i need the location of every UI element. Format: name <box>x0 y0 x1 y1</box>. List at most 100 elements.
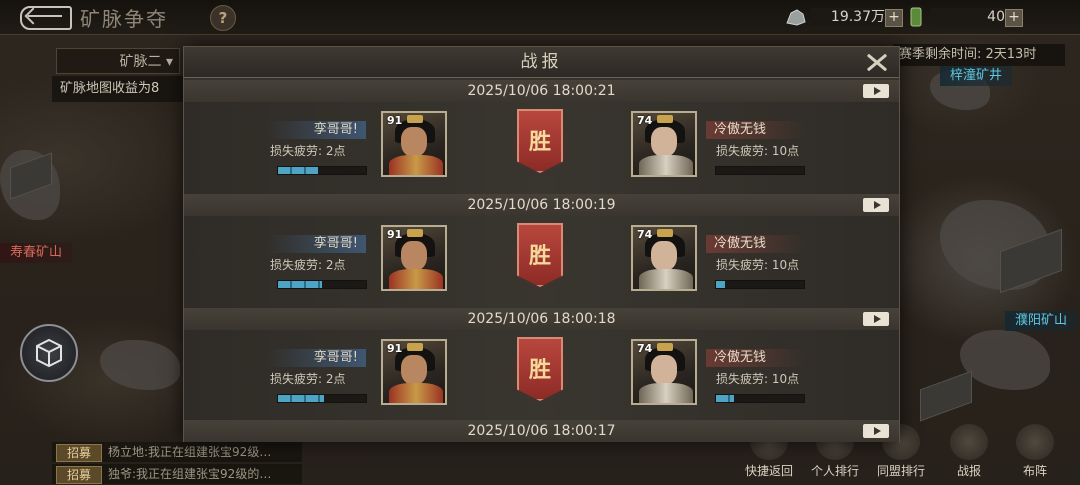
attacker-portrait[interactable]: 91 <box>381 225 447 291</box>
bar-fill <box>278 395 324 402</box>
replay-video-icon[interactable] <box>863 198 889 212</box>
attacker-portrait[interactable]: 91 <box>381 339 447 405</box>
battle-report-entry[interactable]: 2025/10/06 18:00:18 孪哥哥! 损失疲劳: 2点 91 胜 7… <box>184 308 899 423</box>
defender-fatigue-bar <box>715 280 805 289</box>
resource-token-value: 40 <box>931 8 1009 26</box>
report-date: 2025/10/06 18:00:21 <box>184 80 899 102</box>
nav-label: 同盟排行 <box>876 464 925 478</box>
attacker-name: 孪哥哥! <box>266 349 366 367</box>
portrait-armor <box>389 155 443 175</box>
attacker-level: 91 <box>387 114 403 127</box>
resource-silver: 19.37万 + <box>785 7 905 27</box>
portrait-crown <box>657 343 673 351</box>
close-icon[interactable] <box>865 51 889 73</box>
report-body: 孪哥哥! 损失疲劳: 2点 91 胜 74 冷傲无钱 损失疲劳: 10点 <box>184 102 899 195</box>
victory-text: 胜 <box>528 244 551 269</box>
nav-label: 快捷返回 <box>744 464 793 478</box>
map-label-zitong[interactable]: 梓潼矿井 <box>940 66 1013 86</box>
chat-line[interactable]: 招募 独爷:我正在组建张宝92级的… <box>52 464 302 484</box>
portrait-crown <box>657 115 673 123</box>
map-building <box>920 370 972 422</box>
formation-icon <box>1016 424 1054 460</box>
portrait-armor <box>639 269 693 289</box>
attacker-fatigue-loss: 损失疲劳: 2点 <box>270 258 346 272</box>
replay-video-icon[interactable] <box>863 424 889 438</box>
replay-video-icon[interactable] <box>863 84 889 98</box>
defender-fatigue-loss: 损失疲劳: 10点 <box>716 372 800 386</box>
portrait-face <box>401 355 427 385</box>
portrait-armor <box>389 383 443 403</box>
attacker-name: 孪哥哥! <box>266 235 366 253</box>
back-button[interactable] <box>20 6 72 30</box>
defender-name: 冷傲无钱 <box>706 121 806 139</box>
modal-header: 战报 <box>184 47 899 78</box>
cube-menu-button[interactable] <box>20 324 78 382</box>
defender-level: 74 <box>637 228 653 241</box>
report-date: 2025/10/06 18:00:19 <box>184 194 899 216</box>
add-silver-button[interactable]: + <box>885 9 903 27</box>
attacker-name: 孪哥哥! <box>266 121 366 139</box>
mine-select-dropdown[interactable]: 矿脉二 ▾ <box>56 48 180 74</box>
battle-report-entry[interactable]: 2025/10/06 18:00:21 孪哥哥! 损失疲劳: 2点 91 胜 7… <box>184 80 899 195</box>
defender-fatigue-bar <box>715 394 805 403</box>
map-label-puyang[interactable]: 濮阳矿山 <box>1005 311 1078 331</box>
map-rock <box>960 330 1050 390</box>
mine-income-info: 矿脉地图收益为8 <box>52 76 192 102</box>
battle-report-icon <box>950 424 988 460</box>
attacker-fatigue-loss: 损失疲劳: 2点 <box>270 372 346 386</box>
silver-ore-icon <box>786 9 806 26</box>
nav-battle-report[interactable]: 战报 <box>938 424 1000 479</box>
portrait-face <box>401 241 427 271</box>
bar-fill <box>278 167 318 174</box>
portrait-crown <box>407 343 423 351</box>
attacker-fatigue-bar <box>277 166 367 175</box>
report-date: 2025/10/06 18:00:18 <box>184 308 899 330</box>
defender-fatigue-bar <box>715 166 805 175</box>
portrait-armor <box>639 155 693 175</box>
defender-name: 冷傲无钱 <box>706 349 806 367</box>
chat-message: 杨立地:我正在组建张宝92级… <box>108 445 272 459</box>
nav-formation[interactable]: 布阵 <box>1004 424 1066 479</box>
battle-report-entry[interactable]: 2025/10/06 18:00:19 孪哥哥! 损失疲劳: 2点 91 胜 7… <box>184 194 899 309</box>
attacker-level: 91 <box>387 228 403 241</box>
resource-token: 40 + <box>905 7 1025 27</box>
modal-title: 战报 <box>520 52 563 72</box>
portrait-face <box>651 355 677 385</box>
bar-fill <box>716 395 734 402</box>
nav-label: 战报 <box>956 464 981 478</box>
victory-banner: 胜 <box>517 337 563 401</box>
victory-banner: 胜 <box>517 223 563 287</box>
portrait-armor <box>639 383 693 403</box>
portrait-face <box>401 127 427 157</box>
defender-portrait[interactable]: 74 <box>631 111 697 177</box>
victory-text: 胜 <box>528 130 551 155</box>
add-token-button[interactable]: + <box>1005 9 1023 27</box>
replay-video-icon[interactable] <box>863 312 889 326</box>
defender-name: 冷傲无钱 <box>706 235 806 253</box>
defender-fatigue-loss: 损失疲劳: 10点 <box>716 258 800 272</box>
attacker-fatigue-bar <box>277 280 367 289</box>
defender-portrait[interactable]: 74 <box>631 339 697 405</box>
report-body: 孪哥哥! 损失疲劳: 2点 91 胜 74 冷傲无钱 损失疲劳: 10点 <box>184 330 899 423</box>
nav-label: 布阵 <box>1022 464 1047 478</box>
defender-level: 74 <box>637 114 653 127</box>
attacker-level: 91 <box>387 342 403 355</box>
map-rock <box>100 340 180 390</box>
portrait-crown <box>407 229 423 237</box>
attacker-fatigue-bar <box>277 394 367 403</box>
nav-label: 个人排行 <box>810 464 859 478</box>
chat-tag: 招募 <box>56 466 102 484</box>
chat-line[interactable]: 招募 杨立地:我正在组建张宝92级… <box>52 442 302 462</box>
help-button[interactable]: ? <box>210 5 236 31</box>
attacker-portrait[interactable]: 91 <box>381 111 447 177</box>
cube-icon <box>36 338 62 368</box>
victory-banner: 胜 <box>517 109 563 173</box>
chat-tag: 招募 <box>56 444 102 462</box>
victory-text: 胜 <box>528 358 551 383</box>
report-date: 2025/10/06 18:00:17 <box>184 420 899 442</box>
defender-portrait[interactable]: 74 <box>631 225 697 291</box>
map-label-shouchun[interactable]: 寿春矿山 <box>0 243 73 263</box>
chat-message: 独爷:我正在组建张宝92级的… <box>108 467 272 481</box>
portrait-face <box>651 241 677 271</box>
battle-report-entry[interactable]: 2025/10/06 18:00:17 <box>184 420 899 442</box>
